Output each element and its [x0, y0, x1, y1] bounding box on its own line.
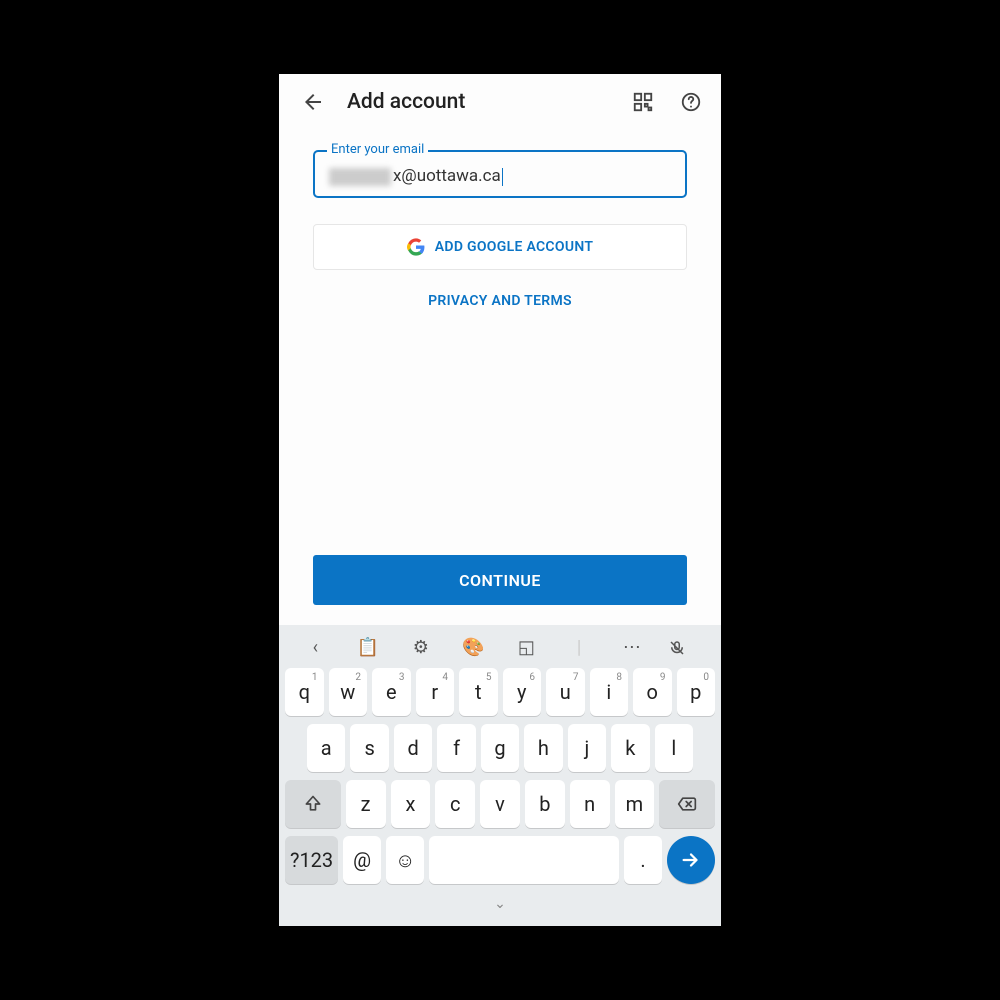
- keyboard-row-3: zxcvbnm: [285, 780, 715, 828]
- key-y[interactable]: y6: [503, 668, 542, 716]
- key-p[interactable]: p0: [677, 668, 716, 716]
- numeric-key[interactable]: ?123: [285, 836, 338, 884]
- key-c[interactable]: c: [435, 780, 475, 828]
- key-l[interactable]: l: [655, 724, 693, 772]
- key-t[interactable]: t5: [459, 668, 498, 716]
- keyboard-row-2: asdfghjkl: [285, 724, 715, 772]
- privacy-row: PRIVACY AND TERMS: [313, 290, 687, 309]
- resize-icon[interactable]: ◱: [509, 637, 543, 658]
- email-field-label: Enter your email: [327, 142, 428, 157]
- keyboard-row-1: q1w2e3r4t5y6u7i8o9p0: [285, 668, 715, 716]
- key-w[interactable]: w2: [329, 668, 368, 716]
- key-m[interactable]: m: [615, 780, 655, 828]
- key-v[interactable]: v: [480, 780, 520, 828]
- qr-code-button[interactable]: [629, 88, 657, 116]
- key-i[interactable]: i8: [590, 668, 629, 716]
- key-g[interactable]: g: [481, 724, 519, 772]
- key-q[interactable]: q1: [285, 668, 324, 716]
- keyboard-collapse-icon[interactable]: ⌄: [285, 892, 715, 912]
- period-key[interactable]: .: [624, 836, 662, 884]
- key-n[interactable]: n: [570, 780, 610, 828]
- keyboard-collapse-left-icon[interactable]: ‹: [298, 637, 332, 658]
- palette-icon[interactable]: 🎨: [457, 637, 491, 658]
- key-h[interactable]: h: [524, 724, 562, 772]
- email-field[interactable]: Enter your email x@uottawa.ca: [313, 150, 687, 198]
- continue-button[interactable]: CONTINUE: [313, 555, 687, 605]
- key-e[interactable]: e3: [372, 668, 411, 716]
- key-b[interactable]: b: [525, 780, 565, 828]
- key-u[interactable]: u7: [546, 668, 585, 716]
- space-key[interactable]: [429, 836, 619, 884]
- page-title: Add account: [347, 90, 609, 114]
- email-field-value[interactable]: x@uottawa.ca: [329, 166, 671, 186]
- key-s[interactable]: s: [350, 724, 388, 772]
- key-z[interactable]: z: [346, 780, 386, 828]
- google-button-label: ADD GOOGLE ACCOUNT: [435, 239, 594, 255]
- redacted-text: [329, 168, 391, 186]
- main-content: Enter your email x@uottawa.ca ADD GOOGLE…: [279, 130, 721, 625]
- mic-off-icon[interactable]: [668, 639, 702, 657]
- shift-key[interactable]: [285, 780, 341, 828]
- privacy-and-terms-link[interactable]: PRIVACY AND TERMS: [428, 293, 572, 309]
- google-logo-icon: [407, 238, 425, 256]
- enter-key[interactable]: [667, 836, 715, 884]
- key-a[interactable]: a: [307, 724, 345, 772]
- key-j[interactable]: j: [568, 724, 606, 772]
- more-icon[interactable]: ⋯: [615, 637, 649, 658]
- backspace-key[interactable]: [659, 780, 715, 828]
- back-button[interactable]: [299, 88, 327, 116]
- add-google-account-button[interactable]: ADD GOOGLE ACCOUNT: [313, 224, 687, 270]
- phone-screen: Add account Enter your email x@uottawa.c…: [279, 74, 721, 926]
- key-k[interactable]: k: [611, 724, 649, 772]
- key-o[interactable]: o9: [633, 668, 672, 716]
- clipboard-icon[interactable]: 📋: [351, 637, 385, 658]
- keyboard-toolbar: ‹ 📋 ⚙ 🎨 ◱ | ⋯: [285, 631, 715, 668]
- key-x[interactable]: x: [391, 780, 431, 828]
- soft-keyboard: ‹ 📋 ⚙ 🎨 ◱ | ⋯ q1w2e3r4t5y6u7i8o9p0 asdfg…: [279, 625, 721, 926]
- key-f[interactable]: f: [437, 724, 475, 772]
- settings-gear-icon[interactable]: ⚙: [404, 637, 438, 658]
- help-button[interactable]: [677, 88, 705, 116]
- app-header: Add account: [279, 74, 721, 130]
- key-r[interactable]: r4: [416, 668, 455, 716]
- text-cursor: [502, 168, 503, 186]
- emoji-key[interactable]: ☺: [386, 836, 424, 884]
- key-d[interactable]: d: [394, 724, 432, 772]
- at-key[interactable]: @: [343, 836, 381, 884]
- keyboard-row-4: ?123 @ ☺ .: [285, 836, 715, 884]
